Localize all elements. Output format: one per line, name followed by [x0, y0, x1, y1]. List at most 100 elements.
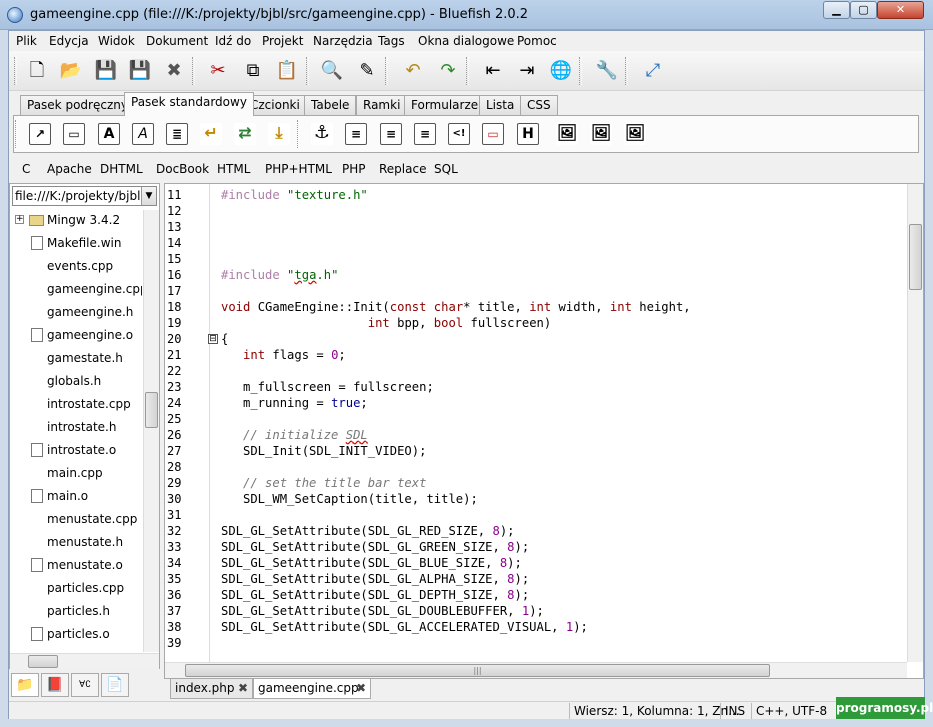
- menu-widok[interactable]: Widok: [98, 34, 135, 48]
- quickstart-icon[interactable]: ↗: [29, 123, 51, 145]
- menu-projekt[interactable]: Projekt: [262, 34, 303, 48]
- align-right-icon[interactable]: ≡: [414, 123, 436, 145]
- menu-dokument[interactable]: Dokument: [146, 34, 208, 48]
- menu-edycja[interactable]: Edycja: [49, 34, 89, 48]
- paragraph-icon[interactable]: ≣: [166, 123, 188, 145]
- code-line[interactable]: int bpp, bool fullscreen): [221, 315, 551, 331]
- code-line[interactable]: SDL_GL_SetAttribute(SDL_GL_GREEN_SIZE, 8…: [221, 539, 529, 555]
- tab-formularze[interactable]: Formularze: [404, 95, 486, 115]
- tab-lista[interactable]: Lista: [479, 95, 522, 115]
- file-tree-item[interactable]: introstate.h: [10, 417, 142, 439]
- break-clear-icon[interactable]: ⇄: [234, 123, 256, 145]
- code-line[interactable]: // initialize SDL: [221, 427, 368, 443]
- menu-tags[interactable]: Tags: [378, 34, 405, 48]
- code-editor[interactable]: 11 12 13 14 15 16 17 18 19 20 21 22 23 24 25 26 27 28 29 30…: [164, 183, 924, 679]
- file-tree-item[interactable]: events.cpp: [10, 256, 142, 278]
- redo-icon[interactable]: ↷: [436, 59, 460, 83]
- minimize-button[interactable]: ▁: [823, 1, 850, 19]
- dialect-php[interactable]: PHP: [342, 162, 366, 176]
- dialect-php-html[interactable]: PHP+HTML: [265, 162, 332, 176]
- snippets-tab-icon[interactable]: 📄: [101, 673, 129, 697]
- code-line[interactable]: void CGameEngine::Init(const char* title…: [221, 299, 691, 315]
- file-tree-item[interactable]: introstate.o: [10, 440, 142, 462]
- align-center-icon[interactable]: ≡: [380, 123, 402, 145]
- close-window-button[interactable]: ✕: [877, 1, 924, 19]
- dialect-html[interactable]: HTML: [217, 162, 250, 176]
- file-tree-item[interactable]: Makefile.win: [10, 233, 142, 255]
- align-left-icon[interactable]: ≡: [345, 123, 367, 145]
- menu-idz-do[interactable]: Idź do: [215, 34, 251, 48]
- multi-thumbnail-icon[interactable]: 🖼: [624, 123, 646, 145]
- cut-icon[interactable]: ✂: [206, 59, 230, 83]
- scrollbar-thumb[interactable]: [145, 392, 158, 428]
- dialect-c[interactable]: C: [22, 162, 30, 176]
- code-line[interactable]: SDL_WM_SetCaption(title, title);: [221, 491, 478, 507]
- tab-pasek-podreczny[interactable]: Pasek podręczny: [20, 95, 135, 115]
- file-tree-item[interactable]: particles.cpp: [10, 578, 142, 600]
- close-tab-icon[interactable]: ✖: [356, 679, 366, 697]
- dialect-sql[interactable]: SQL: [434, 162, 458, 176]
- nbsp-icon[interactable]: ⤓: [268, 123, 290, 145]
- code-line[interactable]: SDL_GL_SetAttribute(SDL_GL_ALPHA_SIZE, 8…: [221, 571, 529, 587]
- code-line[interactable]: #include "texture.h": [221, 187, 368, 203]
- filebrowser-tab-icon[interactable]: 📁: [11, 673, 39, 697]
- heading-icon[interactable]: H: [517, 123, 539, 145]
- file-tree-item[interactable]: menustate.h: [10, 532, 142, 554]
- code-line[interactable]: m_fullscreen = fullscreen;: [221, 379, 434, 395]
- maximize-button[interactable]: ▢: [850, 1, 877, 19]
- insert-mode[interactable]: INS: [720, 703, 745, 719]
- path-combobox[interactable]: file:///K:/projekty/bjbl ▼: [12, 186, 157, 206]
- replace-icon[interactable]: ✎: [355, 59, 379, 83]
- file-tree-item[interactable]: globals.h: [10, 371, 142, 393]
- anchor-icon[interactable]: ⚓: [311, 123, 333, 145]
- new-document-icon[interactable]: 🗋: [25, 59, 49, 83]
- tab-pasek-standardowy[interactable]: Pasek standardowy: [124, 92, 254, 116]
- code-line[interactable]: SDL_Init(SDL_INIT_VIDEO);: [221, 443, 426, 459]
- email-icon[interactable]: ▭: [482, 123, 504, 145]
- file-tree-item[interactable]: particles.o: [10, 624, 142, 646]
- menu-okna-dialogowe[interactable]: Okna dialogowe: [418, 34, 514, 48]
- chevron-down-icon[interactable]: ▼: [141, 187, 156, 205]
- editor-horizontal-scrollbar[interactable]: |||: [165, 662, 907, 678]
- code-line[interactable]: SDL_GL_SetAttribute(SDL_GL_DEPTH_SIZE, 8…: [221, 587, 529, 603]
- undo-icon[interactable]: ↶: [401, 59, 425, 83]
- tab-css[interactable]: CSS: [520, 95, 558, 115]
- file-tree-item[interactable]: particles.h: [10, 601, 142, 623]
- file-tree-item[interactable]: gameengine.o: [10, 325, 142, 347]
- dialect-dhtml[interactable]: DHTML: [100, 162, 143, 176]
- insert-image-icon[interactable]: 🖼: [556, 123, 578, 145]
- file-tree-item[interactable]: gameengine.h: [10, 302, 142, 324]
- bold-icon[interactable]: A: [98, 123, 120, 145]
- file-tree-item[interactable]: main.o: [10, 486, 142, 508]
- menu-pomoc[interactable]: Pomoc: [517, 34, 557, 48]
- toolbar-grip[interactable]: [15, 120, 18, 148]
- dialect-docbook[interactable]: DocBook: [156, 162, 209, 176]
- file-tree-item[interactable]: + Mingw 3.4.2: [10, 210, 142, 232]
- copy-icon[interactable]: ⧉: [241, 59, 265, 83]
- file-tree-item[interactable]: main.cpp: [10, 463, 142, 485]
- file-tree-item[interactable]: menustate.o: [10, 555, 142, 577]
- shift-right-icon[interactable]: ⇥: [515, 59, 539, 83]
- save-as-icon[interactable]: 💾: [128, 59, 152, 83]
- toolbar-grip[interactable]: [14, 57, 17, 85]
- scrollbar-thumb[interactable]: [28, 655, 58, 668]
- browser-preview-icon[interactable]: 🌐: [549, 59, 573, 83]
- code-line[interactable]: SDL_GL_SetAttribute(SDL_GL_RED_SIZE, 8);: [221, 523, 515, 539]
- dialect-apache[interactable]: Apache: [47, 162, 92, 176]
- comment-icon[interactable]: <!: [448, 123, 470, 145]
- find-icon[interactable]: 🔍: [320, 59, 344, 83]
- italic-icon[interactable]: A: [132, 123, 154, 145]
- menu-plik[interactable]: Plik: [16, 34, 37, 48]
- code-area[interactable]: #include "texture.h" #include "tga.h" void…: [221, 184, 906, 662]
- doc-tab-index-php[interactable]: index.php ✖: [170, 679, 253, 699]
- dialect-replace[interactable]: Replace: [379, 162, 426, 176]
- fullscreen-icon[interactable]: ⤢: [641, 59, 665, 83]
- body-icon[interactable]: ▭: [63, 123, 85, 145]
- expand-icon[interactable]: +: [15, 215, 24, 224]
- file-tree-item[interactable]: gamestate.h: [10, 348, 142, 370]
- insert-thumbnail-icon[interactable]: 🖼: [590, 123, 612, 145]
- file-tree-item[interactable]: gameengine.cpp: [10, 279, 142, 301]
- tab-tabele[interactable]: Tabele: [304, 95, 357, 115]
- close-tab-icon[interactable]: ✖: [238, 679, 248, 697]
- code-line[interactable]: m_running = true;: [221, 395, 368, 411]
